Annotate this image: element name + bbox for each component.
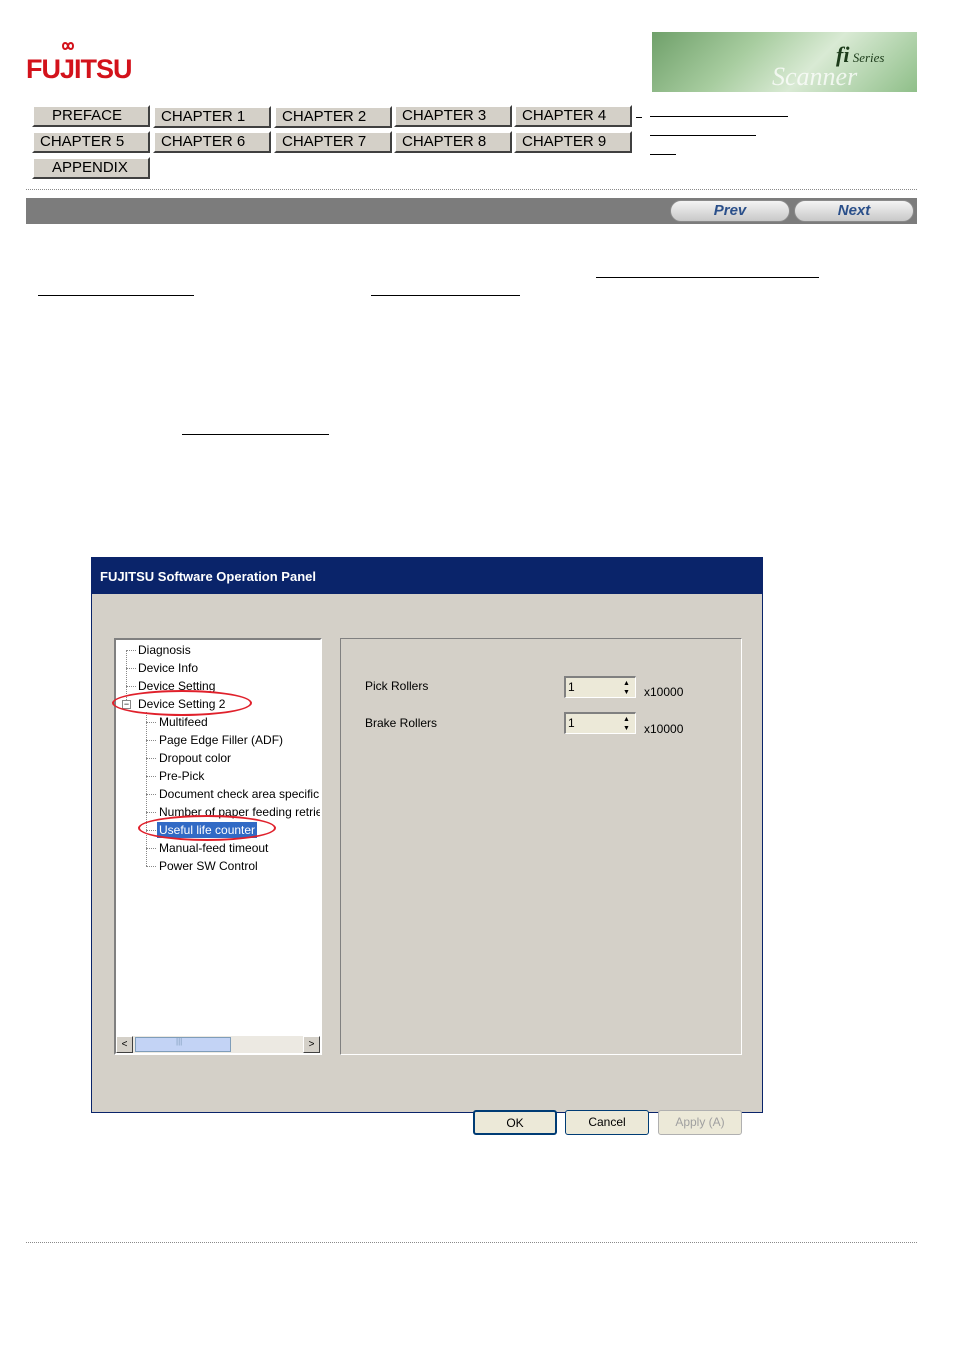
dialog-titlebar: FUJITSU Software Operation Panel	[92, 558, 762, 594]
spin-up-icon[interactable]: ▲	[619, 715, 634, 724]
tree-connector	[146, 712, 147, 866]
prev-button[interactable]: Prev	[670, 200, 790, 222]
tree-item-document-check-area[interactable]: Document check area specific	[159, 786, 319, 802]
tree-item-dropout-color[interactable]: Dropout color	[159, 750, 231, 766]
tree-horizontal-scrollbar[interactable]: < ||| >	[116, 1036, 320, 1053]
nav-chapter-7[interactable]: CHAPTER 7	[274, 131, 392, 153]
tree-connector	[146, 794, 156, 795]
tree-connector	[146, 812, 156, 813]
tree-item-pre-pick[interactable]: Pre-Pick	[159, 768, 204, 784]
nav-chapter-3[interactable]: CHAPTER 3	[394, 105, 512, 127]
pick-rollers-label: Pick Rollers	[365, 679, 429, 693]
fujitsu-logo: FUJITSU	[26, 40, 133, 84]
tree-item-manual-feed-timeout[interactable]: Manual-feed timeout	[159, 840, 268, 856]
tree-item-multifeed[interactable]: Multifeed	[159, 714, 208, 730]
highlight-device-setting-2	[112, 690, 252, 716]
body-link-3[interactable]	[371, 295, 520, 296]
tree-connector	[146, 740, 156, 741]
next-button[interactable]: Next	[794, 200, 914, 222]
side-link-1[interactable]	[650, 104, 788, 117]
tree-connector	[146, 866, 156, 867]
settings-panel: Pick Rollers 1 ▲ ▼ x10000 Brake Rollers …	[340, 638, 742, 1055]
body-link-1[interactable]	[596, 277, 819, 278]
nav-chapter-6[interactable]: CHAPTER 6	[153, 131, 271, 153]
nav-chapter-5[interactable]: CHAPTER 5	[32, 131, 150, 153]
banner-product: Scanner	[772, 62, 858, 91]
tree-item-power-sw-control[interactable]: Power SW Control	[159, 858, 258, 874]
nav-chapter-8[interactable]: CHAPTER 8	[394, 131, 512, 153]
tree-connector	[126, 686, 136, 687]
highlight-useful-life-counter	[138, 815, 276, 841]
nav-chapter-2[interactable]: CHAPTER 2	[274, 106, 392, 128]
scroll-left-icon[interactable]: <	[116, 1036, 133, 1053]
side-link-2[interactable]	[650, 123, 756, 136]
spin-down-icon[interactable]: ▼	[619, 724, 634, 733]
tree-connector	[146, 722, 156, 723]
ok-button[interactable]: OK	[473, 1110, 557, 1135]
dialog-body: − Diagnosis Device Info Device Setting D…	[92, 594, 762, 1135]
nav-appendix[interactable]: APPENDIX	[32, 157, 150, 179]
dialog-title: FUJITSU Software Operation Panel	[100, 569, 316, 584]
tree-item-page-edge-filler[interactable]: Page Edge Filler (ADF)	[159, 732, 283, 748]
scroll-right-icon[interactable]: >	[303, 1036, 320, 1053]
spin-down-icon[interactable]: ▼	[619, 688, 634, 697]
body-link-2[interactable]	[38, 295, 194, 296]
nav-dash	[636, 117, 642, 118]
apply-button[interactable]: Apply (A)	[658, 1110, 742, 1135]
side-link-3[interactable]	[650, 142, 676, 155]
tree-item-device-info[interactable]: Device Info	[138, 660, 198, 676]
scroll-thumb[interactable]: |||	[135, 1037, 231, 1052]
spin-up-icon[interactable]: ▲	[619, 679, 634, 688]
nav-chapter-1[interactable]: CHAPTER 1	[153, 106, 271, 128]
nav-chapter-9[interactable]: CHAPTER 9	[514, 131, 632, 153]
brake-rollers-value: 1	[568, 716, 575, 730]
pick-rollers-value: 1	[568, 680, 575, 694]
brake-rollers-label: Brake Rollers	[365, 716, 438, 730]
tree-connector	[126, 650, 136, 651]
bottom-divider	[26, 1242, 917, 1243]
cancel-button[interactable]: Cancel	[565, 1110, 649, 1135]
nav-chapter-4[interactable]: CHAPTER 4	[514, 105, 632, 127]
operation-panel-dialog: FUJITSU Software Operation Panel − Diagn…	[91, 557, 763, 1135]
tree-item-diagnosis[interactable]: Diagnosis	[138, 642, 191, 658]
pick-rollers-unit: x10000	[644, 685, 684, 699]
tree-connector	[126, 668, 136, 669]
tree-connector	[146, 848, 156, 849]
grip-icon: |||	[176, 1037, 183, 1046]
tree-connector	[146, 776, 156, 777]
logo-text: FUJITSU	[26, 54, 133, 84]
tree-connector	[146, 758, 156, 759]
pick-rollers-spinner[interactable]: 1 ▲ ▼	[564, 676, 636, 698]
fi-series-banner: fi Series Scanner	[652, 32, 917, 92]
brake-rollers-spinner[interactable]: 1 ▲ ▼	[564, 712, 636, 734]
body-link-4[interactable]	[182, 434, 329, 435]
nav-preface[interactable]: PREFACE	[32, 105, 150, 127]
brake-rollers-unit: x10000	[644, 722, 684, 736]
infinity-icon	[61, 42, 75, 50]
top-divider	[26, 189, 917, 190]
